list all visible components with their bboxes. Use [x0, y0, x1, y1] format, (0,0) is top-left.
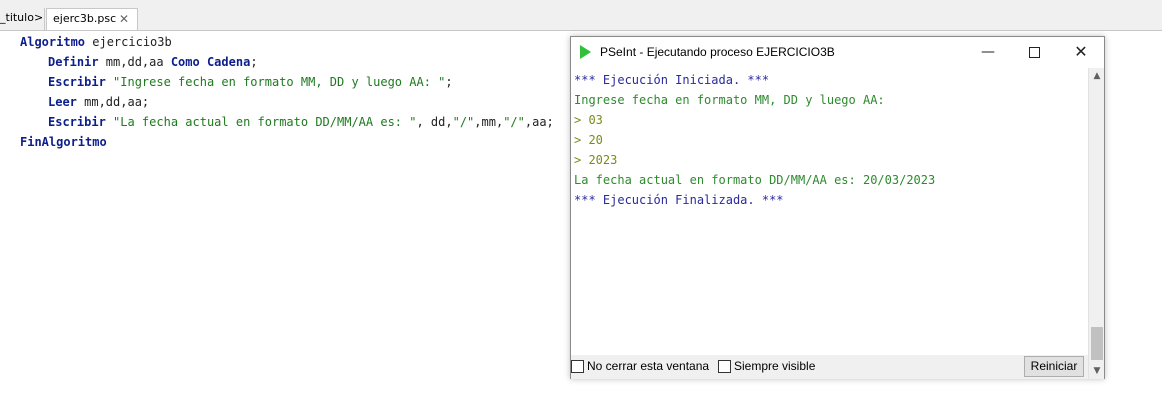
code-text: ,aa;: [524, 115, 554, 129]
code-line-3: Escribir "Ingrese fecha en formato MM, D…: [48, 72, 453, 92]
tab-bar: _titulo> ejerc3b.psc ✕: [0, 6, 1162, 31]
keyword: Escribir: [48, 115, 106, 129]
execution-window: PSeInt - Ejecutando proceso EJERCICIO3B …: [570, 36, 1105, 379]
window-titlebar[interactable]: PSeInt - Ejecutando proceso EJERCICIO3B …: [571, 37, 1104, 67]
console-line: *** Ejecución Iniciada. ***: [574, 73, 770, 87]
keyword: Leer: [48, 95, 77, 109]
tab-previous[interactable]: _titulo>: [0, 8, 45, 30]
console-line: *** Ejecución Finalizada. ***: [574, 193, 784, 207]
close-button[interactable]: ✕: [1058, 37, 1104, 67]
code-text: mm,dd,aa;: [76, 95, 150, 109]
console-line: Ingrese fecha en formato MM, DD y luego …: [574, 93, 885, 107]
tab-ejerc3b[interactable]: ejerc3b.psc ✕: [46, 8, 138, 30]
code-text: ;: [250, 55, 258, 69]
scroll-down-icon[interactable]: ▼: [1089, 363, 1105, 379]
no-cerrar-checkbox[interactable]: [571, 360, 584, 373]
console-line: La fecha actual en formato DD/MM/AA es: …: [574, 173, 936, 187]
string-literal: "/": [503, 115, 525, 129]
tab-active-label: ejerc3b.psc: [53, 12, 117, 25]
code-line-4: Leer mm,dd,aa;: [48, 92, 149, 112]
string-literal: "La fecha actual en formato DD/MM/AA es:…: [113, 115, 417, 129]
string-literal: "Ingrese fecha en formato MM, DD y luego…: [113, 75, 446, 89]
scroll-up-icon[interactable]: ▲: [1089, 68, 1105, 84]
code-text: , dd,: [416, 115, 453, 129]
reiniciar-button[interactable]: Reiniciar: [1024, 356, 1084, 377]
code-line-2: Definir mm,dd,aa Como Cadena;: [48, 52, 258, 72]
code-text: ;: [445, 75, 453, 89]
tab-close-icon[interactable]: ✕: [119, 9, 129, 29]
maximize-button[interactable]: [1011, 37, 1057, 67]
console-output[interactable]: *** Ejecución Iniciada. *** Ingrese fech…: [572, 68, 1088, 350]
window-title: PSeInt - Ejecutando proceso EJERCICIO3B: [600, 45, 835, 59]
console-line: > 2023: [574, 153, 618, 167]
tab-previous-label: _titulo>: [0, 11, 44, 24]
string-literal: "/": [452, 115, 475, 129]
keyword: Definir: [48, 55, 99, 69]
vertical-scrollbar[interactable]: ▲ ▼: [1088, 68, 1104, 379]
siempre-visible-label[interactable]: Siempre visible: [734, 358, 815, 374]
code-text: mm,dd,aa: [98, 55, 171, 69]
keyword: Como Cadena: [170, 55, 251, 69]
keyword: Escribir: [48, 75, 106, 89]
code-line-1: Algoritmo ejercicio3b: [20, 32, 172, 52]
no-cerrar-label[interactable]: No cerrar esta ventana: [587, 358, 709, 374]
siempre-visible-checkbox[interactable]: [718, 360, 731, 373]
pseint-play-icon: [580, 45, 591, 59]
code-text: ,mm,: [474, 115, 504, 129]
maximize-icon: [1028, 46, 1040, 58]
scroll-thumb[interactable]: [1091, 327, 1103, 360]
keyword: FinAlgoritmo: [20, 135, 107, 149]
code-line-5: Escribir "La fecha actual en formato DD/…: [48, 112, 554, 132]
console-line: > 03: [574, 113, 603, 127]
code-line-6: FinAlgoritmo: [20, 132, 107, 152]
minimize-button[interactable]: —: [965, 37, 1011, 67]
bottom-bar: No cerrar esta ventana Siempre visible R…: [571, 355, 1088, 379]
console-line: > 20: [574, 133, 603, 147]
keyword: Algoritmo: [20, 35, 86, 49]
code-text: ejercicio3b: [85, 35, 172, 49]
